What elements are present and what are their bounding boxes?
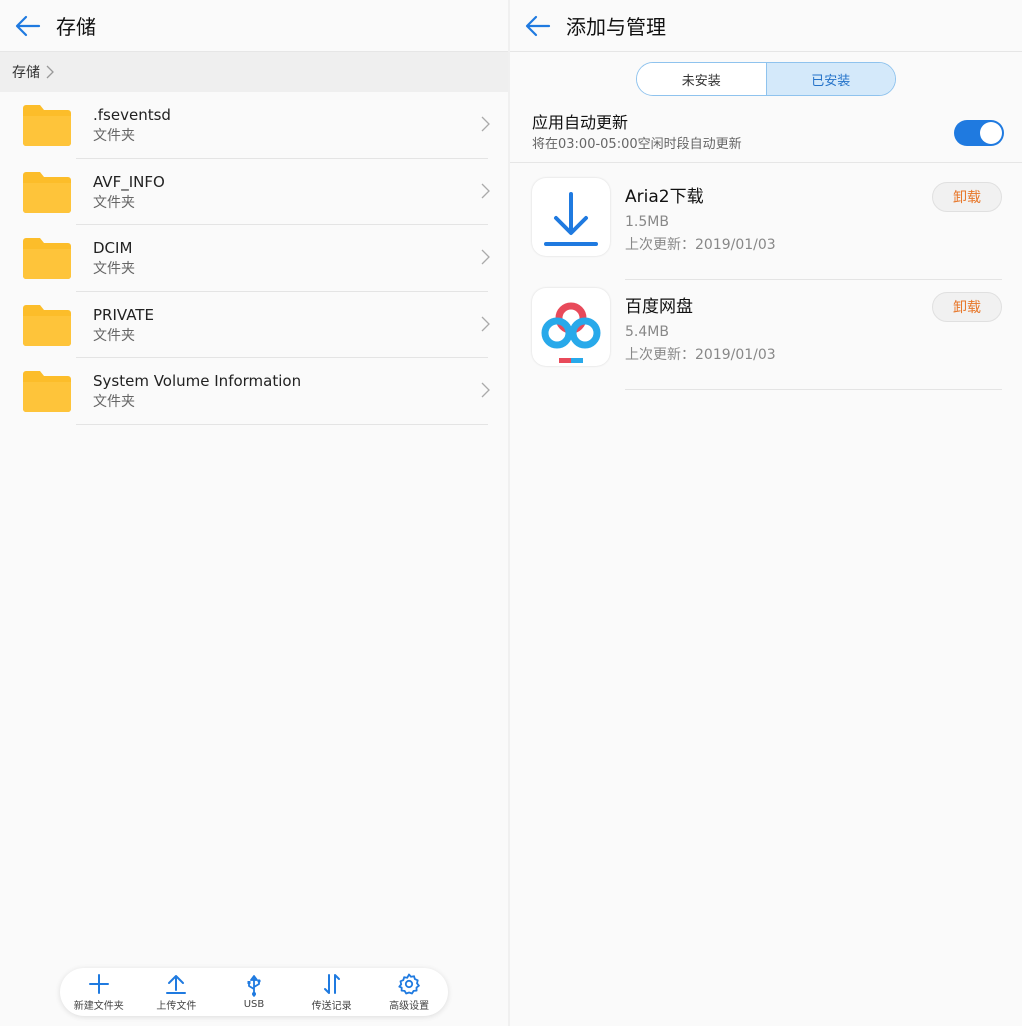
usb-icon	[247, 974, 261, 997]
usb-button[interactable]: USB	[219, 974, 289, 1010]
folder-type: 文件夹	[93, 394, 135, 410]
app-size: 1.5MB	[625, 214, 669, 230]
folder-row[interactable]: System Volume Information 文件夹	[0, 358, 508, 425]
folder-name: DCIM	[93, 239, 133, 257]
advanced-settings-button[interactable]: 高级设置	[374, 973, 444, 1012]
folder-name: System Volume Information	[93, 372, 302, 390]
folder-row[interactable]: AVF_INFO 文件夹	[0, 159, 508, 225]
page-title: 添加与管理	[566, 15, 666, 39]
arrow-left-icon	[525, 15, 551, 36]
baidu-netdisk-icon	[532, 288, 610, 366]
chevron-right-icon	[481, 316, 490, 331]
upload-icon	[166, 974, 187, 994]
new-folder-button[interactable]: 新建文件夹	[64, 973, 134, 1012]
download-icon	[532, 178, 610, 256]
toggle-knob	[980, 122, 1002, 144]
app-last-update: 上次更新：2019/01/03	[625, 237, 776, 253]
uninstall-button[interactable]: 卸载	[932, 182, 1002, 212]
app-item[interactable]: Aria2下载 1.5MB 上次更新：2019/01/03 卸载	[510, 170, 1022, 280]
app-last-update: 上次更新：2019/01/03	[625, 347, 776, 363]
upload-file-button[interactable]: 上传文件	[141, 973, 211, 1012]
transfer-arrows-icon	[323, 973, 340, 994]
chevron-right-icon	[481, 249, 490, 265]
bottom-toolbar: 新建文件夹 上传文件 USB 传送记录 高级设置	[60, 968, 448, 1016]
folder-icon	[23, 238, 71, 280]
gear-icon	[398, 973, 420, 994]
transfer-record-button[interactable]: 传送记录	[297, 973, 367, 1012]
folder-type: 文件夹	[93, 327, 135, 344]
tab-not-installed[interactable]: 未安装	[637, 63, 766, 95]
app-size: 5.4MB	[625, 324, 669, 340]
usb-label: USB	[243, 998, 265, 1010]
chevron-right-icon	[481, 116, 490, 132]
add-and-manage-panel: 添加与管理 未安装 已安装 应用自动更新 将在03:00-05:00空闲时段自动…	[510, 0, 1022, 1026]
arrow-left-icon	[15, 15, 41, 36]
auto-update-toggle[interactable]	[954, 120, 1004, 146]
auto-update-description: 将在03:00-05:00空闲时段自动更新	[532, 137, 742, 152]
back-button[interactable]	[0, 0, 56, 52]
folder-icon	[23, 304, 71, 346]
app-item[interactable]: 百度网盘 5.4MB 上次更新：2019/01/03 卸载	[510, 280, 1022, 390]
manage-header: 添加与管理	[510, 0, 1022, 52]
folder-name: .fseventsd	[93, 106, 171, 124]
plus-icon	[88, 973, 109, 994]
folder-list: .fseventsd 文件夹 AVF_INFO 文件夹 DCIM 文件夹 PRIVAT…	[0, 92, 508, 425]
app-name: Aria2下载	[625, 187, 704, 207]
folder-row[interactable]: DCIM 文件夹	[0, 225, 508, 292]
storage-header: 存储	[0, 0, 508, 52]
uninstall-button[interactable]: 卸载	[932, 292, 1002, 322]
auto-update-setting: 应用自动更新 将在03:00-05:00空闲时段自动更新	[532, 112, 742, 155]
page-title: 存储	[56, 15, 96, 39]
storage-panel: 存储 存储 .fseventsd 文件夹 AVF_INFO 文件夹 DCIM 文件夹	[0, 0, 508, 1026]
chevron-right-icon	[481, 382, 490, 398]
folder-icon	[23, 371, 71, 413]
folder-row[interactable]: PRIVATE 文件夹	[0, 292, 508, 358]
transfer-record-label: 传送记录	[311, 1000, 352, 1012]
folder-icon	[23, 105, 71, 147]
folder-name: PRIVATE	[93, 305, 154, 324]
new-folder-label: 新建文件夹	[73, 1000, 124, 1012]
folder-type: 文件夹	[93, 128, 135, 144]
auto-update-title: 应用自动更新	[532, 113, 629, 132]
chevron-right-icon	[46, 65, 54, 79]
back-button[interactable]	[510, 0, 566, 52]
folder-icon	[23, 171, 71, 213]
folder-type: 文件夹	[93, 194, 135, 211]
advanced-settings-label: 高级设置	[389, 1000, 430, 1012]
chevron-right-icon	[481, 183, 490, 198]
install-status-tabs: 未安装 已安装	[636, 62, 896, 96]
breadcrumb-item-storage[interactable]: 存储	[12, 62, 40, 82]
breadcrumb: 存储	[0, 52, 508, 92]
tab-installed[interactable]: 已安装	[765, 63, 895, 95]
folder-row[interactable]: .fseventsd 文件夹	[0, 92, 508, 159]
folder-type: 文件夹	[93, 261, 135, 277]
upload-file-label: 上传文件	[156, 1000, 197, 1012]
folder-name: AVF_INFO	[93, 172, 165, 191]
app-name: 百度网盘	[625, 297, 693, 317]
